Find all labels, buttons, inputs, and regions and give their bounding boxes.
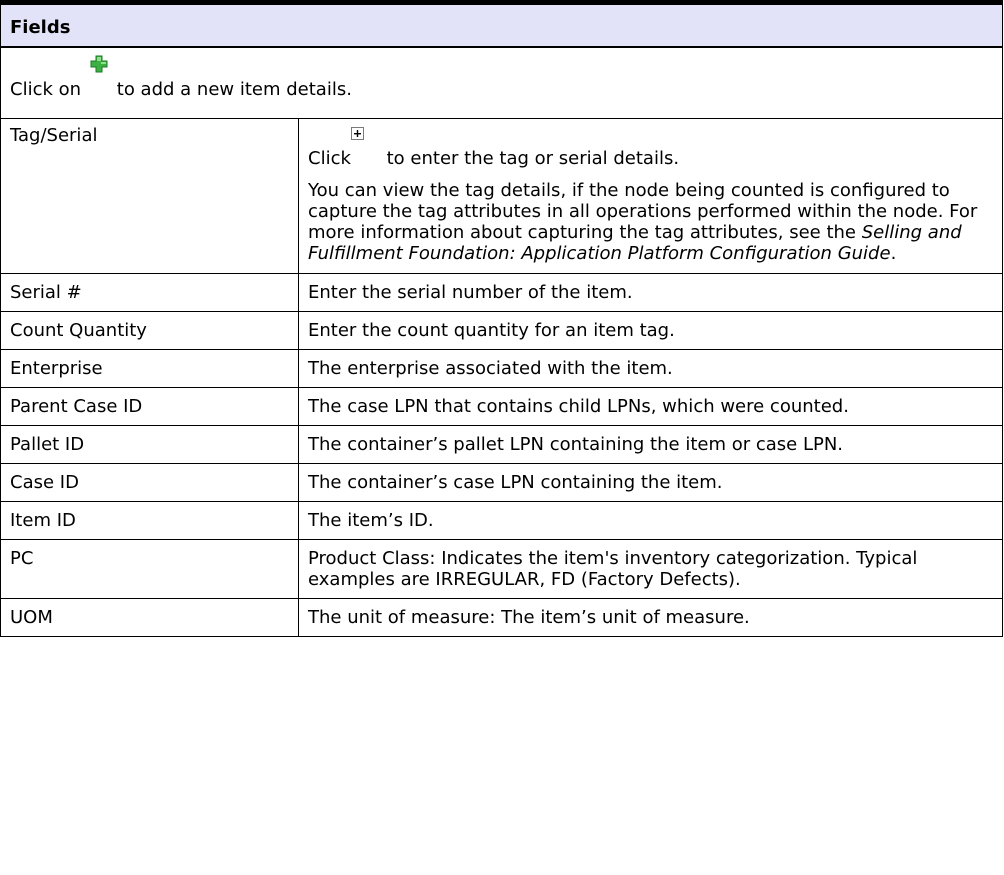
table-row: Pallet ID The container’s pallet LPN con… [0, 425, 1003, 464]
intro-before-icon: Click on [10, 78, 82, 100]
table-row: Enterprise The enterprise associated wit… [0, 349, 1003, 388]
intro-after-icon: to add a new item details. [111, 78, 352, 100]
field-name: Parent Case ID [0, 387, 299, 426]
tag-serial-instruction: Click to enter the tag or serial details… [308, 127, 993, 169]
table-row: Item ID The item’s ID. [0, 501, 1003, 540]
field-name-tag-serial: Tag/Serial [0, 118, 299, 274]
field-name: Count Quantity [0, 311, 299, 350]
table-row: PC Product Class: Indicates the item's i… [0, 539, 1003, 599]
tag-serial-click: Click [308, 148, 351, 169]
tag-serial-details-text: You can view the tag details, if the nod… [308, 180, 993, 264]
table-row: Case ID The container’s case LPN contain… [0, 463, 1003, 502]
field-name: UOM [0, 598, 299, 637]
intro-row: Click on to add a new item details. [0, 46, 1003, 119]
table-row: UOM The unit of measure: The item’s unit… [0, 598, 1003, 637]
table-row: Count Quantity Enter the count quantity … [0, 311, 1003, 350]
green-plus-icon [81, 55, 111, 95]
table-row: Parent Case ID The case LPN that contain… [0, 387, 1003, 426]
field-desc: The case LPN that contains child LPNs, w… [298, 387, 1003, 426]
field-name: Enterprise [0, 349, 299, 388]
field-name: Serial # [0, 273, 299, 312]
intro-text: Click on to add a new item details. [0, 46, 1003, 119]
field-name: Pallet ID [0, 425, 299, 464]
field-name: Case ID [0, 463, 299, 502]
field-desc: The item’s ID. [298, 501, 1003, 540]
table-header-row: Fields [0, 0, 1003, 48]
field-desc: The container’s case LPN containing the … [298, 463, 1003, 502]
field-desc: Product Class: Indicates the item's inve… [298, 539, 1003, 599]
field-desc: Enter the count quantity for an item tag… [298, 311, 1003, 350]
field-desc: Enter the serial number of the item. [298, 273, 1003, 312]
field-desc: The enterprise associated with the item. [298, 349, 1003, 388]
expand-plus-box-icon [350, 127, 381, 164]
table-row: Tag/Serial Click to enter the tag or ser… [0, 118, 1003, 274]
field-desc: The unit of measure: The item’s unit of … [298, 598, 1003, 637]
table-row: Serial # Enter the serial number of the … [0, 273, 1003, 312]
tag-serial-after-icon: to enter the tag or serial details. [380, 148, 680, 169]
field-name: PC [0, 539, 299, 599]
field-desc: The container’s pallet LPN containing th… [298, 425, 1003, 464]
table-header: Fields [0, 0, 1003, 48]
field-desc-tag-serial: Click to enter the tag or serial details… [298, 118, 1003, 274]
field-name: Item ID [0, 501, 299, 540]
fields-table: Fields Click on to add a new item detail… [0, 0, 1003, 637]
tag-serial-para2-end: . [890, 243, 897, 264]
